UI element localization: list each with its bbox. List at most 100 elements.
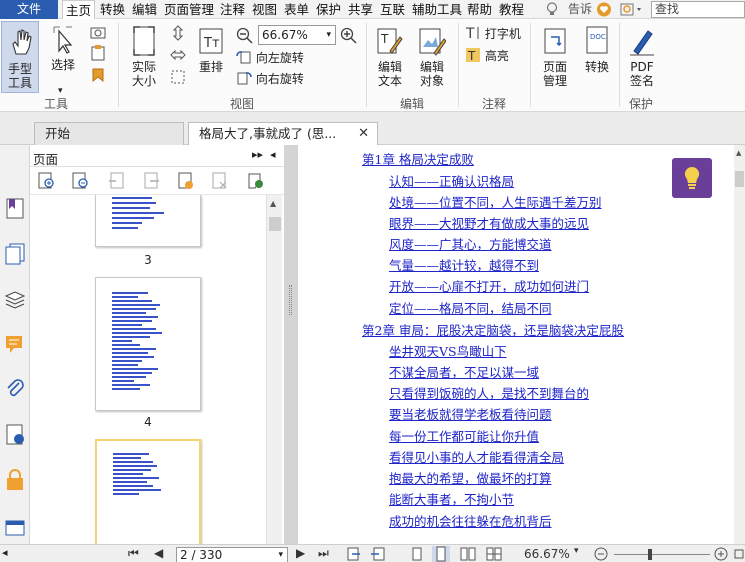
menu-protect[interactable]: 保护	[316, 0, 341, 19]
menu-view[interactable]: 视图	[252, 0, 277, 19]
document-scrollbar[interactable]: ▲	[734, 145, 745, 544]
toc-link[interactable]: 只看得到饭碗的人，是找不到舞台的	[389, 383, 589, 402]
toc-link[interactable]: 抱最大的希望，做最坏的打算	[389, 468, 552, 487]
layers-icon[interactable]	[4, 288, 26, 310]
fullscreen-icon[interactable]	[734, 549, 744, 559]
page-thumbnail-selected[interactable]	[95, 439, 201, 544]
insert-page-icon[interactable]	[108, 172, 126, 190]
page-thumbnail[interactable]	[95, 277, 201, 411]
scroll-left-icon[interactable]: ◂	[2, 546, 8, 559]
bookmark-icon[interactable]	[4, 197, 26, 219]
edit-text-button[interactable]: T 编辑 文本	[372, 25, 408, 88]
toc-link[interactable]: 第1章 格局决定成败	[362, 149, 474, 168]
rotate-left-button[interactable]: 向左旋转	[236, 50, 304, 66]
comments-icon[interactable]	[4, 333, 26, 355]
tell-me-label[interactable]: 告诉	[568, 0, 592, 19]
menu-help[interactable]: 帮助	[467, 0, 492, 19]
go-back-icon[interactable]	[346, 547, 362, 561]
actual-size-button[interactable]: 实际 大小	[124, 25, 164, 88]
typewriter-button[interactable]: T 打字机	[465, 25, 521, 42]
enlarge-thumbnail-icon[interactable]	[38, 172, 56, 190]
delete-page-icon[interactable]	[210, 172, 228, 190]
search-input[interactable]: 查找	[651, 1, 745, 18]
thumbnail-scrollbar[interactable]: ▲	[266, 195, 282, 544]
select-button[interactable]: 选择	[47, 25, 79, 72]
prev-page-icon[interactable]: ◀	[154, 546, 163, 560]
page-manage-button[interactable]: 页面 管理	[535, 25, 575, 88]
fit-visible-icon[interactable]	[170, 69, 186, 85]
tab-document[interactable]: 格局大了,事就成了 (思... ✕	[188, 122, 378, 145]
toc-link[interactable]: 不谋全局者，不足以谋一域	[389, 362, 539, 381]
search-options-icon[interactable]	[620, 2, 646, 17]
toc-link[interactable]: 看得见小事的人才能看得清全局	[389, 447, 564, 466]
clipboard-icon[interactable]	[90, 45, 106, 61]
heart-icon[interactable]	[596, 2, 612, 17]
toc-link[interactable]: 第2章 审局：屁股决定脑袋，还是脑袋决定屁股	[362, 320, 624, 339]
panel-splitter[interactable]	[284, 145, 298, 544]
menu-form[interactable]: 表单	[284, 0, 309, 19]
rotate-right-button[interactable]: 向右旋转	[236, 71, 304, 87]
fields-icon[interactable]	[4, 517, 26, 539]
menu-comment[interactable]: 注释	[220, 0, 245, 19]
tab-start[interactable]: 开始	[34, 122, 184, 145]
facing-page-icon[interactable]	[460, 547, 476, 561]
scrollbar-thumb[interactable]	[269, 217, 281, 231]
toc-link[interactable]: 定位——格局不同，结局不同	[389, 298, 552, 317]
chevron-down-icon[interactable]: ▾	[574, 546, 579, 556]
expand-panel-icon[interactable]: ▸▸	[252, 148, 263, 161]
menu-accessibility[interactable]: 辅助工具	[412, 0, 462, 19]
toc-link[interactable]: 认知——正确认识格局	[389, 171, 514, 190]
menu-page-manage[interactable]: 页面管理	[164, 0, 214, 19]
zoom-select[interactable]: 66.67% ▾	[258, 25, 336, 45]
scrollbar-thumb[interactable]	[735, 171, 744, 187]
hand-tool-button[interactable]: 手型 工具	[1, 21, 39, 93]
close-icon[interactable]: ✕	[358, 123, 369, 145]
toc-link[interactable]: 能断大事者，不拘小节	[389, 489, 514, 508]
reduce-thumbnail-icon[interactable]	[72, 172, 90, 190]
convert-button[interactable]: DOC 转换	[581, 25, 613, 74]
snapshot-icon[interactable]	[90, 25, 106, 39]
go-forward-icon[interactable]	[370, 547, 386, 561]
toc-link[interactable]: 眼界——大视野才有做成大事的远见	[389, 213, 589, 232]
toc-link[interactable]: 坐井观天VS鸟瞰山下	[389, 341, 507, 360]
page-thumbnail[interactable]	[95, 195, 201, 247]
menu-home[interactable]: 主页	[62, 0, 96, 20]
collapse-panel-icon[interactable]: ◂	[270, 148, 276, 161]
lightbulb-icon[interactable]	[546, 2, 558, 17]
zoom-in-icon[interactable]	[340, 27, 358, 45]
last-page-icon[interactable]: ⏭	[318, 546, 329, 561]
menu-connect[interactable]: 互联	[380, 0, 405, 19]
menu-edit[interactable]: 编辑	[132, 0, 157, 19]
toc-link[interactable]: 每一份工作都可能让你升值	[389, 426, 539, 445]
zoom-out-icon[interactable]	[236, 27, 254, 45]
zoom-out-icon[interactable]	[594, 547, 608, 561]
menu-tutorial[interactable]: 教程	[499, 0, 524, 19]
first-page-icon[interactable]: ⏮	[128, 546, 139, 561]
page-number-input[interactable]: 2 / 330 ▾	[176, 547, 288, 562]
attachment-icon[interactable]	[4, 377, 26, 399]
page-properties-icon[interactable]	[246, 172, 264, 190]
next-page-icon[interactable]: ▶	[296, 546, 305, 560]
zoom-level[interactable]: 66.67%	[524, 547, 570, 561]
toc-link[interactable]: 风度——广其心，方能博交道	[389, 234, 552, 253]
zoom-in-icon[interactable]	[714, 547, 728, 561]
toc-link[interactable]: 开放——心扉不打开，成功如何进门	[389, 276, 589, 295]
continuous-facing-icon[interactable]	[486, 547, 502, 561]
reflow-button[interactable]: Tт 重排	[193, 25, 229, 74]
scroll-up-icon[interactable]: ▲	[736, 149, 741, 157]
tips-button[interactable]	[672, 158, 712, 198]
highlight-button[interactable]: T 高亮	[465, 47, 509, 64]
single-page-icon[interactable]	[410, 547, 424, 561]
toc-link[interactable]: 处境——位置不同，人生际遇千差万别	[389, 192, 602, 211]
zoom-slider-handle[interactable]	[648, 549, 652, 560]
menu-share[interactable]: 共享	[348, 0, 373, 19]
extract-page-icon[interactable]	[142, 172, 160, 190]
continuous-page-icon[interactable]	[432, 546, 450, 562]
fit-page-icon[interactable]	[170, 25, 186, 41]
edit-object-button[interactable]: 编辑 对象	[412, 25, 452, 88]
toc-link[interactable]: 要当老板就得学老板看待问题	[389, 404, 552, 423]
scroll-up-icon[interactable]: ▲	[270, 199, 276, 208]
toc-link[interactable]: 气量——越计较，越得不到	[389, 255, 539, 274]
signature-icon[interactable]	[4, 423, 26, 445]
zoom-slider-track[interactable]	[614, 554, 710, 555]
